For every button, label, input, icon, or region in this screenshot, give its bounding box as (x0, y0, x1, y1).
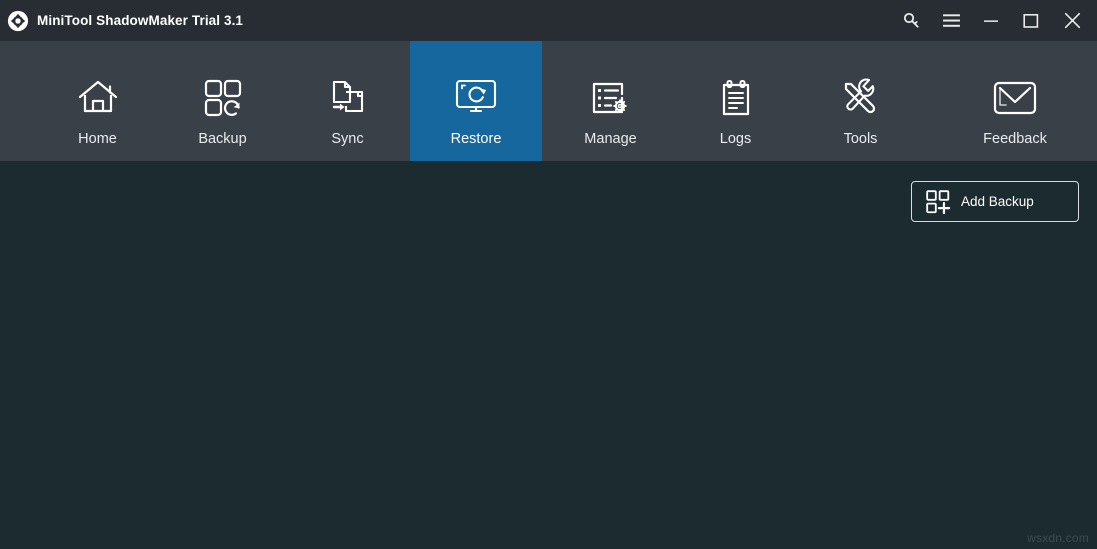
nav-item-home[interactable]: Home (35, 41, 160, 161)
feedback-envelope-icon (991, 75, 1039, 121)
nav-item-backup[interactable]: Backup (160, 41, 285, 161)
nav-item-label: Feedback (983, 131, 1047, 147)
minimize-icon (984, 19, 998, 22)
restore-monitor-refresh-icon (453, 75, 499, 121)
nav-item-label: Home (78, 131, 117, 147)
nav-item-label: Manage (584, 131, 637, 147)
nav-item-label: Sync (331, 131, 364, 147)
logs-clipboard-icon (718, 75, 754, 121)
nav-item-tools[interactable]: Tools (798, 41, 923, 161)
sync-documents-arrow-icon (328, 75, 368, 121)
close-icon (1064, 12, 1080, 29)
add-backup-squares-plus-icon (926, 189, 951, 214)
nav-item-label: Logs (719, 131, 752, 147)
nav-leading-spacer (0, 41, 35, 161)
backup-squares-refresh-icon (203, 75, 243, 121)
nav-item-label: Backup (198, 131, 247, 147)
nav-item-manage[interactable]: Manage (548, 41, 673, 161)
minimize-button[interactable] (971, 0, 1011, 41)
nav-item-feedback[interactable]: Feedback (949, 41, 1081, 161)
window-controls (891, 0, 1097, 41)
close-button[interactable] (1051, 0, 1093, 41)
maximize-icon (1023, 13, 1039, 28)
sync-arrows-logo-icon (7, 10, 29, 31)
watermark: wsxdn.com (1027, 531, 1089, 545)
title-bar: MiniTool ShadowMaker Trial 3.1 (0, 0, 1097, 41)
key-button[interactable] (891, 0, 931, 41)
maximize-button[interactable] (1011, 0, 1051, 41)
app-window: MiniTool ShadowMaker Trial 3.1 Home Back… (0, 0, 1097, 549)
add-backup-button[interactable]: Add Backup (911, 181, 1079, 222)
house-icon (76, 75, 120, 121)
nav-item-logs[interactable]: Logs (673, 41, 798, 161)
nav-item-sync[interactable]: Sync (285, 41, 410, 161)
main-navigation: Home Backup Sync Restore Manage Logs Too… (0, 41, 1097, 161)
nav-item-restore[interactable]: Restore (410, 41, 542, 161)
nav-gap (923, 41, 949, 161)
content-area: Add Backup wsxdn.com (0, 161, 1097, 549)
window-title: MiniTool ShadowMaker Trial 3.1 (37, 13, 244, 28)
nav-item-label: Restore (450, 131, 502, 147)
nav-item-label: Tools (843, 131, 878, 147)
hamburger-menu-icon (942, 14, 960, 27)
add-backup-label: Add Backup (961, 194, 1034, 209)
menu-button[interactable] (931, 0, 971, 41)
manage-list-gear-icon (589, 75, 633, 121)
tools-wrench-screwdriver-icon (840, 75, 882, 121)
key-icon (903, 12, 919, 28)
